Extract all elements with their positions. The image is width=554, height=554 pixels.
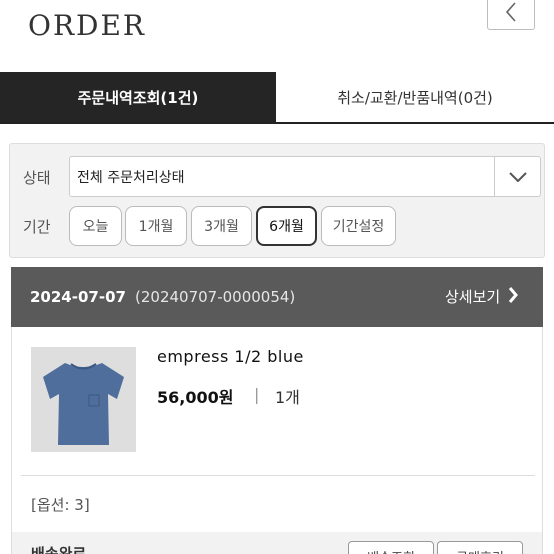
chevron-down-icon[interactable] <box>494 157 540 196</box>
period-today-button[interactable]: 오늘 <box>69 206 122 246</box>
product-options: [옵션: 3] <box>31 496 90 514</box>
product-quantity: 1개 <box>275 388 300 407</box>
order-detail-link[interactable]: 상세보기 <box>445 286 519 307</box>
period-custom-button[interactable]: 기간설정 <box>321 206 396 246</box>
divider <box>21 475 535 476</box>
page-header: ORDER <box>0 0 554 72</box>
write-review-button[interactable]: 구매후기 <box>437 541 523 554</box>
chevron-left-icon <box>504 1 518 23</box>
track-shipping-button[interactable]: 배송조회 <box>348 541 434 554</box>
period-label: 기간 <box>23 218 51 236</box>
shipping-status: 배송완료 <box>31 545 87 554</box>
period-1month-button[interactable]: 1개월 <box>125 206 187 246</box>
product-image[interactable] <box>31 347 136 452</box>
back-button[interactable] <box>487 0 535 30</box>
product-price: 56,000원 <box>157 388 234 407</box>
order-number: (20240707-0000054) <box>135 288 296 306</box>
period-3month-button[interactable]: 3개월 <box>191 206 252 246</box>
order-tabs: 주문내역조회(1건) 취소/교환/반품내역(0건) <box>0 72 554 124</box>
status-select-value: 전체 주문처리상태 <box>77 169 185 186</box>
order-status-strip: 배송완료 배송조회 구매후기 <box>12 532 542 554</box>
page-title: ORDER <box>28 9 147 42</box>
period-6month-button[interactable]: 6개월 <box>256 206 317 246</box>
chevron-right-icon <box>508 286 519 307</box>
order-date: 2024-07-07 <box>30 288 126 306</box>
product-name[interactable]: empress 1/2 blue <box>157 347 304 366</box>
tab-order-history[interactable]: 주문내역조회(1건) <box>0 72 276 122</box>
order-item: empress 1/2 blue 56,000원 | 1개 [옵션: 3] 배송… <box>11 327 543 554</box>
tab-cancel-exchange-return[interactable]: 취소/교환/반품내역(0건) <box>276 72 554 122</box>
filter-panel: 상태 전체 주문처리상태 기간 오늘 1개월 3개월 6개월 기간설정 <box>9 143 545 258</box>
status-label: 상태 <box>23 169 51 187</box>
status-select[interactable]: 전체 주문처리상태 <box>69 156 541 197</box>
detail-link-label: 상세보기 <box>445 288 501 306</box>
price-separator: | <box>254 385 260 404</box>
order-header-bar: 2024-07-07 (20240707-0000054) 상세보기 <box>11 267 543 327</box>
